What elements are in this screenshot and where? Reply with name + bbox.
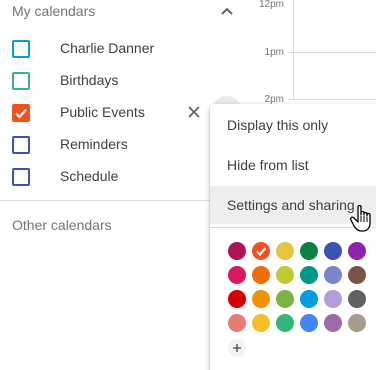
color-swatch[interactable] [300,314,318,332]
calendar-label: Charlie Danner [60,40,155,56]
color-swatch[interactable] [300,242,318,260]
hand-pointer-icon [350,204,371,232]
menu-item-label: Display this only [227,117,329,133]
chevron-up-icon[interactable] [218,4,236,18]
color-swatch[interactable] [324,266,342,284]
plus-icon [233,344,241,352]
grid-line-2pm [288,99,376,100]
color-swatch[interactable] [348,242,366,260]
color-swatch[interactable] [228,314,246,332]
color-swatch[interactable] [324,314,342,332]
calendar-checkbox[interactable] [12,104,30,122]
calendar-item[interactable]: Birthdays [0,65,210,95]
color-swatch[interactable] [324,290,342,308]
color-swatch[interactable] [276,314,294,332]
close-icon[interactable] [186,104,202,120]
check-icon [256,247,267,256]
grid-line-1pm [288,52,376,53]
calendar-label: Public Events [60,104,145,120]
color-swatch[interactable] [228,242,246,260]
add-custom-color-button[interactable] [228,339,246,357]
color-swatch[interactable] [228,290,246,308]
color-swatch[interactable] [252,266,270,284]
my-calendars-header[interactable]: My calendars [0,0,250,24]
color-swatch[interactable] [252,242,270,260]
color-swatch[interactable] [348,266,366,284]
color-swatch[interactable] [276,290,294,308]
calendar-item[interactable]: Schedule [0,161,210,191]
other-calendars-title[interactable]: Other calendars [12,217,112,233]
color-swatch[interactable] [276,242,294,260]
time-label-12pm: 12pm [258,0,284,10]
check-icon [15,108,27,119]
color-swatch[interactable] [252,314,270,332]
color-swatch[interactable] [348,314,366,332]
calendar-checkbox[interactable] [12,136,30,154]
calendar-item[interactable]: Public Events [0,97,210,127]
color-swatch[interactable] [228,266,246,284]
menu-item-display-only[interactable]: Display this only [210,106,376,144]
calendar-checkbox[interactable] [12,168,30,186]
color-swatch[interactable] [300,290,318,308]
color-swatch[interactable] [348,290,366,308]
menu-item-label: Settings and sharing [227,197,355,213]
calendar-checkbox[interactable] [12,40,30,58]
calendar-item[interactable]: Reminders [0,129,210,159]
grid-line-vertical [293,0,294,100]
color-swatch[interactable] [300,266,318,284]
color-swatch[interactable] [276,266,294,284]
calendar-label: Schedule [60,168,119,184]
menu-item-hide[interactable]: Hide from list [210,146,376,184]
calendar-options-menu: Display this only Hide from list Setting… [210,104,376,370]
calendar-checkbox[interactable] [12,72,30,90]
menu-item-label: Hide from list [227,157,309,173]
my-calendars-title: My calendars [12,3,96,19]
calendar-item[interactable]: Charlie Danner [0,33,210,63]
calendar-label: Birthdays [60,72,119,88]
time-label-1pm: 1pm [264,47,284,58]
color-swatch[interactable] [324,242,342,260]
color-swatch[interactable] [252,290,270,308]
calendar-label: Reminders [60,136,128,152]
